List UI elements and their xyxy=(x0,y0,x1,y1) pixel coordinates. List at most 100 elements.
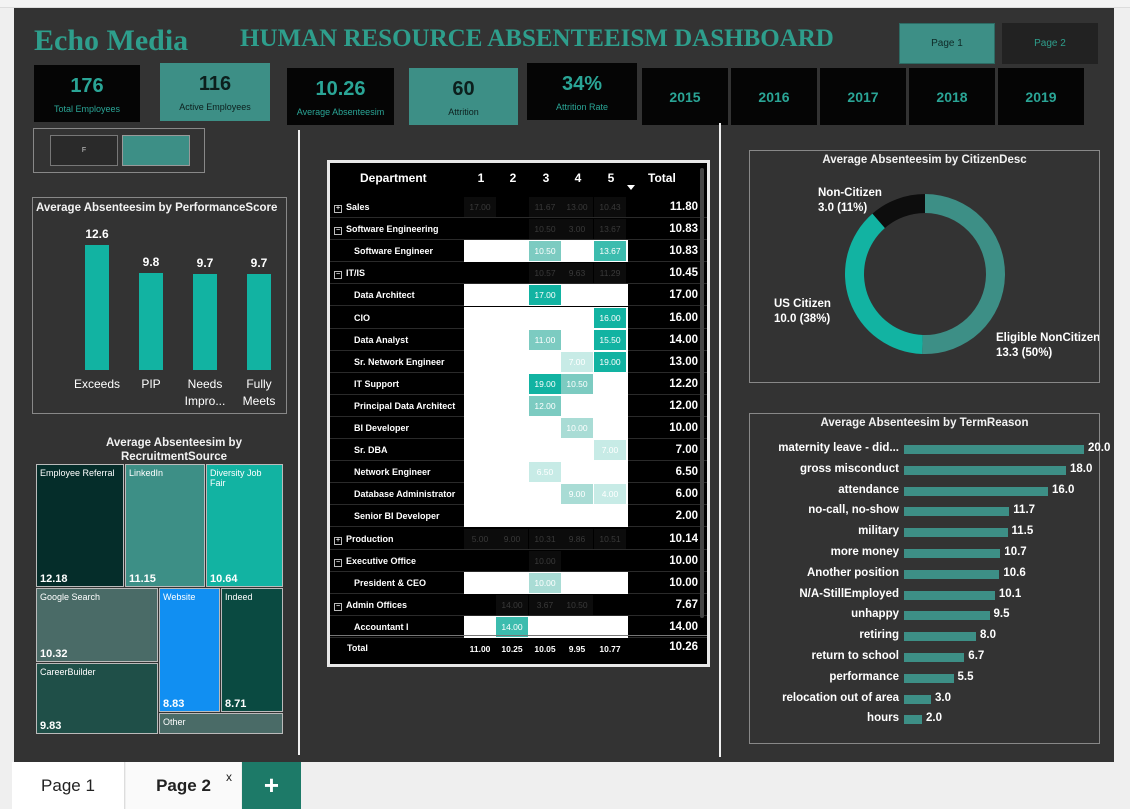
matrix-cell[interactable]: 9.00 xyxy=(561,484,593,505)
page2-button[interactable]: Page 2 xyxy=(1002,23,1098,64)
matrix-cell[interactable] xyxy=(561,285,593,305)
matrix-row[interactable]: CIO 16.00 16.00 xyxy=(330,306,707,329)
matrix-group-row[interactable]: + Sales 17.00 11.67 13.00 10.43 11.80 xyxy=(330,196,707,218)
matrix-cell[interactable]: 6.50 xyxy=(529,462,561,483)
matrix-cell[interactable] xyxy=(464,352,496,372)
donut-slice[interactable] xyxy=(845,213,923,354)
matrix-row[interactable]: President & CEO 10.00 10.00 xyxy=(330,571,707,594)
matrix-cell[interactable] xyxy=(496,462,528,482)
matrix-cell[interactable] xyxy=(464,263,496,283)
matrix-cell[interactable] xyxy=(464,418,496,438)
year-2019-button[interactable]: 2019 xyxy=(998,68,1084,125)
matrix-cell[interactable]: 11.29 xyxy=(594,263,626,284)
column-header[interactable]: Department xyxy=(360,171,427,185)
matrix-cell[interactable]: 10.50 xyxy=(529,241,561,262)
matrix-group-row[interactable]: − IT/IS 10.57 9.63 11.29 10.45 xyxy=(330,262,707,285)
collapse-icon[interactable]: − xyxy=(334,558,342,567)
matrix-row[interactable]: Sr. Network Engineer 7.00 19.00 13.00 xyxy=(330,350,707,373)
matrix-cell[interactable] xyxy=(529,352,561,372)
matrix-row[interactable]: Network Engineer 6.50 6.50 xyxy=(330,461,707,484)
matrix-cell[interactable]: 14.00 xyxy=(496,594,528,615)
matrix-cell[interactable]: 7.00 xyxy=(561,351,593,372)
matrix-cell[interactable] xyxy=(464,330,496,350)
matrix-cell[interactable] xyxy=(464,595,496,615)
bar[interactable] xyxy=(904,715,922,725)
matrix-cell[interactable] xyxy=(594,418,626,438)
bar[interactable] xyxy=(904,445,1084,454)
bar[interactable] xyxy=(904,528,1008,538)
matrix-cell[interactable] xyxy=(594,551,626,571)
matrix-group-row[interactable]: − Software Engineering 10.50 3.00 13.67 10.83 xyxy=(330,218,707,241)
bar[interactable] xyxy=(139,272,163,370)
year-2018-button[interactable]: 2018 xyxy=(909,68,995,125)
matrix-cell[interactable] xyxy=(561,308,593,328)
bar[interactable] xyxy=(904,673,954,683)
matrix-group-row[interactable]: − Executive Office 10.00 10.00 xyxy=(330,550,707,572)
matrix-cell[interactable] xyxy=(496,197,528,217)
matrix-cell[interactable] xyxy=(529,440,561,460)
bar[interactable] xyxy=(904,632,976,642)
matrix-cell[interactable] xyxy=(561,440,593,460)
matrix-cell[interactable] xyxy=(496,506,528,526)
matrix-cell[interactable]: 10.57 xyxy=(529,263,561,284)
matrix-cell[interactable] xyxy=(594,285,626,305)
matrix-row[interactable]: Data Architect 17.00 17.00 xyxy=(330,284,707,307)
matrix-cell[interactable] xyxy=(464,374,496,394)
matrix-cell[interactable]: 12.00 xyxy=(529,395,561,416)
matrix-cell[interactable] xyxy=(464,440,496,460)
bar[interactable] xyxy=(904,465,1066,475)
matrix-cell[interactable]: 9.63 xyxy=(561,263,593,284)
matrix-cell[interactable]: 13.67 xyxy=(594,241,626,262)
matrix-scrollbar[interactable] xyxy=(700,168,704,618)
bar[interactable] xyxy=(904,549,1001,558)
matrix-cell[interactable]: 10.00 xyxy=(561,418,593,438)
collapse-icon[interactable]: − xyxy=(334,271,342,280)
matrix-cell[interactable] xyxy=(529,506,561,526)
matrix-cell[interactable] xyxy=(464,308,496,328)
bar[interactable] xyxy=(904,653,965,662)
matrix-cell[interactable]: 10.50 xyxy=(561,373,593,394)
matrix-cell[interactable] xyxy=(561,617,593,637)
matrix-cell[interactable] xyxy=(496,219,528,239)
matrix-cell[interactable] xyxy=(529,617,561,637)
matrix-cell[interactable] xyxy=(561,462,593,482)
bar[interactable] xyxy=(193,273,217,370)
matrix-cell[interactable]: 16.00 xyxy=(594,307,626,328)
bar[interactable] xyxy=(247,273,271,370)
matrix-cell[interactable] xyxy=(594,396,626,416)
matrix-row[interactable]: BI Developer 10.00 10.00 xyxy=(330,417,707,439)
matrix-cell[interactable] xyxy=(464,506,496,526)
matrix-cell[interactable]: 10.50 xyxy=(561,594,593,615)
year-2017-button[interactable]: 2017 xyxy=(820,68,906,125)
collapse-icon[interactable]: − xyxy=(334,227,342,236)
expand-icon[interactable]: + xyxy=(334,205,342,213)
treemap-tile[interactable]: Indeed 8.71 xyxy=(221,588,283,712)
matrix-cell[interactable]: 10.31 xyxy=(529,528,561,549)
column-header[interactable]: 3 xyxy=(540,171,552,185)
matrix-cell[interactable] xyxy=(496,484,528,504)
matrix-cell[interactable] xyxy=(561,241,593,261)
matrix-cell[interactable]: 4.00 xyxy=(594,484,626,505)
matrix-cell[interactable] xyxy=(496,440,528,460)
matrix-cell[interactable] xyxy=(464,285,496,305)
column-header[interactable]: 1 xyxy=(475,171,487,185)
matrix-row[interactable]: Senior BI Developer 2.00 xyxy=(330,505,707,528)
matrix-cell[interactable] xyxy=(496,308,528,328)
matrix-cell[interactable]: 10.00 xyxy=(529,572,561,593)
treemap-tile[interactable]: Website 8.83 xyxy=(159,588,220,712)
matrix-cell[interactable] xyxy=(561,551,593,571)
bar[interactable] xyxy=(904,611,990,621)
matrix-group-row[interactable]: + Production 5.00 9.00 10.31 9.86 10.51 10.14 xyxy=(330,528,707,550)
treemap-tile[interactable]: LinkedIn 11.15 xyxy=(125,464,205,587)
matrix-cell[interactable] xyxy=(464,241,496,261)
matrix-cell[interactable]: 3.67 xyxy=(529,594,561,615)
matrix-cell[interactable] xyxy=(594,595,626,615)
matrix-cell[interactable] xyxy=(594,506,626,526)
matrix-cell[interactable] xyxy=(529,418,561,438)
expand-icon[interactable]: + xyxy=(334,536,342,545)
bar[interactable] xyxy=(904,507,1010,517)
matrix-cell[interactable] xyxy=(496,352,528,372)
matrix-cell[interactable] xyxy=(496,285,528,305)
sort-desc-icon[interactable] xyxy=(627,185,635,190)
matrix-cell[interactable] xyxy=(496,374,528,394)
